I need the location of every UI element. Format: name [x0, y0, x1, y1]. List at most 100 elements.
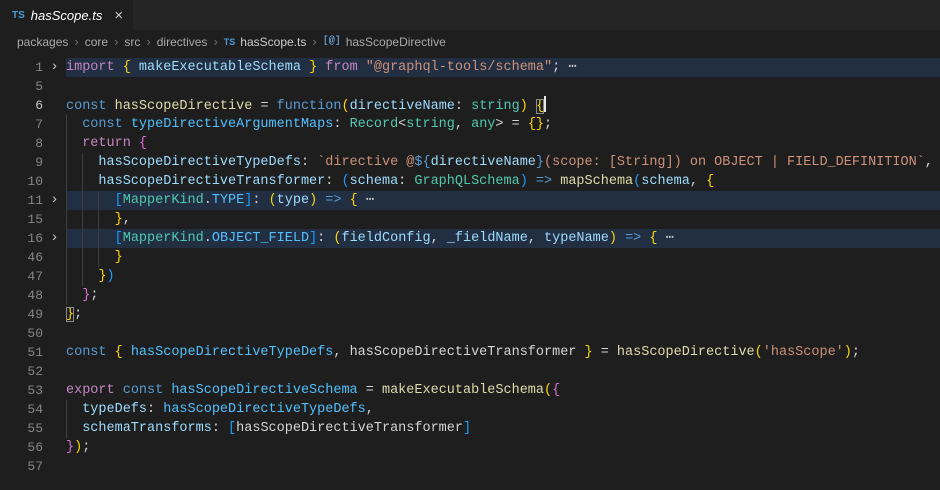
code-line[interactable]: 8 return { — [0, 134, 940, 153]
code-line[interactable]: 16› [MapperKind.OBJECT_FIELD]: (fieldCon… — [0, 229, 940, 248]
code-line[interactable]: 5 — [0, 77, 940, 96]
code-line[interactable]: 15 }, — [0, 210, 940, 229]
code-token: hasScopeDirectiveTypeDefs — [131, 345, 334, 360]
fold-chevron-icon[interactable]: › — [43, 191, 66, 210]
breadcrumb-separator-icon: › — [68, 34, 84, 49]
line-number[interactable]: 49 — [0, 305, 43, 324]
line-number[interactable]: 52 — [0, 362, 43, 381]
code-line[interactable]: 51const { hasScopeDirectiveTypeDefs, has… — [0, 343, 940, 362]
indent-guide — [82, 248, 83, 267]
close-icon[interactable]: × — [114, 8, 123, 23]
code-token — [576, 345, 584, 360]
line-number[interactable]: 47 — [0, 267, 43, 286]
code-token: Record — [350, 117, 399, 132]
line-number[interactable]: 50 — [0, 324, 43, 343]
fold-gutter — [43, 210, 66, 229]
breadcrumb-item[interactable]: core — [85, 35, 108, 49]
line-number[interactable]: 15 — [0, 210, 43, 229]
line-number[interactable]: 8 — [0, 134, 43, 153]
line-number[interactable]: 5 — [0, 77, 43, 96]
code-line[interactable]: 56}); — [0, 438, 940, 457]
line-number[interactable]: 1 — [0, 58, 43, 77]
line-number[interactable]: 6 — [0, 96, 43, 115]
breadcrumb-item[interactable]: src — [124, 35, 140, 49]
code-line[interactable]: 47 }) — [0, 267, 940, 286]
tab-hasscope[interactable]: TS hasScope.ts × — [0, 0, 133, 30]
code-token: from — [325, 60, 366, 75]
code-line[interactable]: 57 — [0, 457, 940, 476]
code-token: ) — [309, 193, 317, 208]
line-number[interactable]: 57 — [0, 457, 43, 476]
breadcrumb-item[interactable]: packages — [17, 35, 68, 49]
line-number[interactable]: 9 — [0, 153, 43, 172]
code-line[interactable]: 50 — [0, 324, 940, 343]
code-token — [66, 212, 115, 227]
line-number[interactable]: 10 — [0, 172, 43, 191]
code-token: ⋯ — [560, 60, 576, 75]
code-token: { — [536, 99, 544, 114]
line-number[interactable]: 56 — [0, 438, 43, 457]
code-token: makeExecutableSchema — [382, 383, 544, 398]
code-token: } — [536, 155, 544, 170]
code-token: const — [66, 99, 115, 114]
code-line[interactable]: 53export const hasScopeDirectiveSchema =… — [0, 381, 940, 400]
code-token: => — [536, 174, 552, 189]
code-token: "@graphql-tools/schema" — [366, 60, 552, 75]
code-line[interactable]: 48 }; — [0, 286, 940, 305]
indent-guide — [66, 134, 67, 153]
code-token: ( — [341, 99, 349, 114]
code-line-content: import { makeExecutableSchema } from "@g… — [66, 58, 940, 77]
code-token: } — [66, 440, 74, 455]
code-line[interactable]: 9 hasScopeDirectiveTypeDefs: `directive … — [0, 153, 940, 172]
code-line[interactable]: 10 hasScopeDirectiveTransformer: (schema… — [0, 172, 940, 191]
code-token: fieldConfig — [341, 231, 430, 246]
code-token: : — [212, 421, 228, 436]
breadcrumb-symbol[interactable]: hasScopeDirective — [346, 35, 446, 49]
code-line[interactable]: 54 typeDefs: hasScopeDirectiveTypeDefs, — [0, 400, 940, 419]
line-number[interactable]: 55 — [0, 419, 43, 438]
code-token: return — [82, 136, 139, 151]
line-number[interactable]: 53 — [0, 381, 43, 400]
code-line[interactable]: 52 — [0, 362, 940, 381]
code-token: ( — [269, 193, 277, 208]
code-line[interactable]: 6const hasScopeDirective = function(dire… — [0, 96, 940, 115]
code-token: const — [66, 345, 115, 360]
code-token: { — [552, 383, 560, 398]
line-number[interactable]: 48 — [0, 286, 43, 305]
code-line[interactable]: 1›import { makeExecutableSchema } from "… — [0, 58, 940, 77]
line-number[interactable]: 54 — [0, 400, 43, 419]
code-token: hasScopeDirective — [115, 99, 253, 114]
indent-guide — [98, 248, 99, 267]
code-line-content: schemaTransforms: [hasScopeDirectiveTran… — [66, 419, 940, 438]
code-token: : — [317, 231, 333, 246]
fold-gutter — [43, 153, 66, 172]
fold-chevron-icon[interactable]: › — [43, 229, 66, 248]
code-token — [617, 231, 625, 246]
code-token: typeDefs — [82, 402, 147, 417]
code-line[interactable]: 7 const typeDirectiveArgumentMaps: Recor… — [0, 115, 940, 134]
code-line[interactable]: 55 schemaTransforms: [hasScopeDirectiveT… — [0, 419, 940, 438]
text-cursor — [544, 96, 546, 112]
fold-chevron-icon[interactable]: › — [43, 58, 66, 77]
line-number[interactable]: 46 — [0, 248, 43, 267]
code-token: schemaTransforms — [82, 421, 212, 436]
line-number[interactable]: 7 — [0, 115, 43, 134]
line-number[interactable]: 11 — [0, 191, 43, 210]
code-token: = — [358, 383, 382, 398]
code-token: hasScopeDirectiveTransformer — [236, 421, 463, 436]
breadcrumb-item[interactable]: directives — [157, 35, 208, 49]
breadcrumb-file[interactable]: hasScope.ts — [240, 35, 306, 49]
code-token — [66, 231, 115, 246]
code-token: ) — [520, 99, 528, 114]
code-token: , — [528, 231, 544, 246]
code-token: 'hasScope' — [763, 345, 844, 360]
code-token: ( — [755, 345, 763, 360]
code-line-content: }; — [66, 305, 940, 324]
code-line[interactable]: 46 } — [0, 248, 940, 267]
code-line[interactable]: 49}; — [0, 305, 940, 324]
code-token — [528, 99, 536, 114]
line-number[interactable]: 16 — [0, 229, 43, 248]
indent-guide — [82, 210, 83, 229]
line-number[interactable]: 51 — [0, 343, 43, 362]
code-line[interactable]: 11› [MapperKind.TYPE]: (type) => { ⋯ — [0, 191, 940, 210]
